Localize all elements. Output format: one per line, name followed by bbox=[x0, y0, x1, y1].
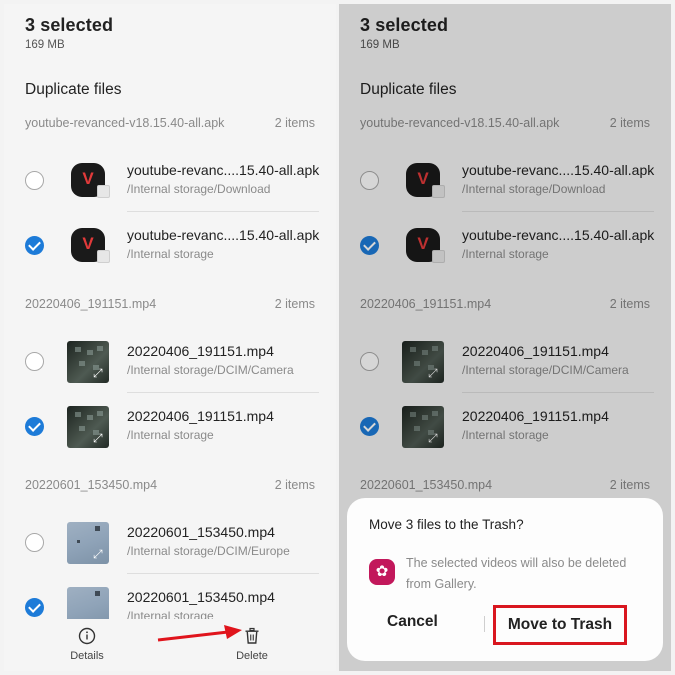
file-name: youtube-revanc....15.40-all.apk bbox=[127, 162, 320, 178]
file-row[interactable]: ⤢ 20220406_191151.mp4 /Internal storage/… bbox=[4, 330, 336, 394]
expand-icon: ⤢ bbox=[93, 431, 103, 445]
file-name: 20220406_191151.mp4 bbox=[127, 408, 274, 424]
select-radio-checked[interactable] bbox=[25, 417, 44, 436]
move-to-trash-button[interactable]: Move to Trash bbox=[493, 605, 627, 645]
delete-label: Delete bbox=[236, 650, 268, 662]
select-radio[interactable] bbox=[25, 171, 44, 190]
divider bbox=[127, 573, 319, 574]
info-icon bbox=[57, 627, 117, 647]
file-row[interactable]: ⤢ 20220601_153450.mp4 /Internal storage/… bbox=[4, 511, 336, 575]
details-button[interactable]: Details bbox=[57, 627, 117, 662]
group-name: 20220601_153450.mp4 bbox=[25, 478, 158, 492]
select-radio[interactable] bbox=[25, 352, 44, 371]
gallery-flower-icon: ✿ bbox=[369, 559, 395, 585]
file-row[interactable]: ⤢ 20220406_191151.mp4 /Internal storage bbox=[4, 395, 336, 459]
file-path: /Internal storage/DCIM/Camera bbox=[127, 363, 294, 377]
select-radio-checked[interactable] bbox=[25, 236, 44, 255]
file-name: 20220601_153450.mp4 bbox=[127, 524, 275, 540]
selection-title: 3 selected bbox=[25, 15, 114, 35]
select-radio[interactable] bbox=[25, 533, 44, 552]
file-name: youtube-revanc....15.40-all.apk bbox=[127, 227, 320, 243]
file-row[interactable]: V youtube-revanc....15.40-all.apk /Inter… bbox=[4, 214, 336, 278]
right-screen: 3 selected 169 MB Duplicate files youtub… bbox=[339, 4, 671, 671]
divider bbox=[127, 392, 319, 393]
file-path: /Internal storage bbox=[127, 247, 214, 261]
select-radio-checked[interactable] bbox=[25, 598, 44, 617]
file-row[interactable]: V youtube-revanc....15.40-all.apk /Inter… bbox=[4, 149, 336, 213]
left-screen: 3 selected 169 MB Duplicate files youtub… bbox=[4, 4, 336, 671]
button-divider bbox=[484, 616, 485, 632]
expand-icon: ⤢ bbox=[93, 547, 103, 561]
group-count: 2 items bbox=[274, 297, 315, 311]
file-path: /Internal storage/Download bbox=[127, 182, 271, 196]
group-name: youtube-revanced-v18.15.40-all.apk bbox=[25, 116, 225, 130]
selection-size: 169 MB bbox=[25, 39, 65, 51]
cancel-button[interactable]: Cancel bbox=[387, 613, 438, 631]
group-header: youtube-revanced-v18.15.40-all.apk 2 ite… bbox=[25, 116, 315, 134]
divider bbox=[127, 211, 319, 212]
file-name: 20220406_191151.mp4 bbox=[127, 343, 274, 359]
group-header: 20220601_153450.mp4 2 items bbox=[25, 478, 315, 496]
group-count: 2 items bbox=[274, 478, 315, 492]
apk-badge-icon bbox=[97, 250, 110, 263]
file-path: /Internal storage/DCIM/Europe bbox=[127, 544, 290, 558]
file-path: /Internal storage bbox=[127, 428, 214, 442]
group-count: 2 items bbox=[274, 116, 315, 130]
apk-badge-icon bbox=[97, 185, 110, 198]
group-header: 20220406_191151.mp4 2 items bbox=[25, 297, 315, 315]
dialog-message: The selected videos will also be deleted… bbox=[406, 556, 627, 591]
dialog-title: Move 3 files to the Trash? bbox=[369, 517, 524, 532]
section-title: Duplicate files bbox=[25, 81, 122, 98]
trash-confirm-dialog: Move 3 files to the Trash? ✿ The selecte… bbox=[347, 498, 663, 661]
details-label: Details bbox=[70, 650, 104, 662]
expand-icon: ⤢ bbox=[93, 366, 103, 380]
group-name: 20220406_191151.mp4 bbox=[25, 297, 157, 311]
annotation-arrow-icon bbox=[157, 625, 242, 642]
file-name: 20220601_153450.mp4 bbox=[127, 589, 275, 605]
